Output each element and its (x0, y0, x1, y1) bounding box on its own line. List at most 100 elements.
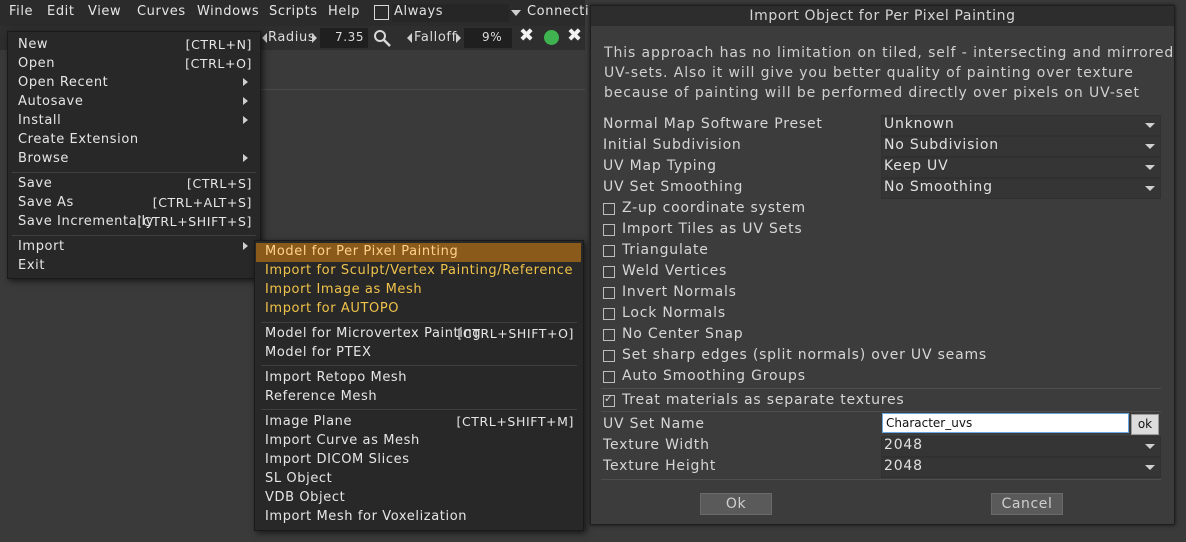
submenu-arrow-icon (243, 242, 248, 250)
checkbox-icon[interactable] (603, 203, 615, 215)
import-item-microvertex[interactable]: Model for Microvertex Painting [CTRL+SHI… (256, 325, 581, 344)
import-item-sl-object[interactable]: SL Object (256, 470, 581, 489)
file-menu-item-import[interactable]: Import (18, 239, 252, 258)
menu-windows[interactable]: Windows (197, 4, 259, 19)
menu-separator (261, 365, 577, 366)
chevron-down-icon (1145, 144, 1155, 149)
normal-map-preset-label: Normal Map Software Preset (603, 116, 823, 132)
menu-edit[interactable]: Edit (47, 4, 75, 19)
import-item-dicom-slices[interactable]: Import DICOM Slices (256, 451, 581, 470)
normal-map-preset-select[interactable]: Unknown (881, 115, 1161, 136)
initial-subdivision-select[interactable]: No Subdivision (881, 136, 1161, 157)
magnifier-icon[interactable] (372, 28, 392, 48)
chevron-down-icon[interactable] (511, 10, 521, 16)
file-menu-item-open[interactable]: Open [CTRL+O] (18, 56, 252, 75)
import-item-image-plane[interactable]: Image Plane [CTRL+SHIFT+M] (256, 413, 581, 432)
menu-item-label: Import Retopo Mesh (265, 370, 408, 385)
close-x-icon[interactable]: ✖ (567, 25, 583, 46)
checkbox-checked-icon[interactable] (603, 392, 615, 407)
menu-help[interactable]: Help (328, 4, 360, 19)
texture-width-select[interactable]: 2048 (881, 436, 1161, 457)
uv-set-ok-button[interactable]: ok (1131, 414, 1159, 435)
menu-item-label: Import Image as Mesh (265, 282, 423, 297)
always-dropdown[interactable]: Always (392, 4, 509, 22)
checkbox-icon[interactable] (603, 329, 615, 341)
checkbox-label: Treat materials as separate textures (622, 392, 905, 408)
ok-button[interactable]: Ok (700, 493, 772, 515)
checkbox-label: Import Tiles as UV Sets (622, 221, 803, 237)
always-checkbox[interactable] (374, 5, 389, 20)
import-item-reference-mesh[interactable]: Reference Mesh (256, 388, 581, 407)
green-status-icon[interactable] (544, 30, 559, 45)
menu-item-label: Autosave (18, 94, 84, 109)
select-value: Keep UV (884, 158, 949, 174)
file-menu-item-save-as[interactable]: Save As [CTRL+ALT+S] (18, 195, 252, 214)
menu-item-label: Browse (18, 151, 69, 166)
file-menu-item-exit[interactable]: Exit (18, 258, 252, 277)
menu-view[interactable]: View (88, 4, 121, 19)
import-item-mesh-voxelization[interactable]: Import Mesh for Voxelization (256, 508, 581, 527)
falloff-value: 9% (482, 30, 503, 44)
checkbox-icon[interactable] (603, 245, 615, 257)
import-item-retopo-mesh[interactable]: Import Retopo Mesh (256, 369, 581, 388)
import-item-vdb-object[interactable]: VDB Object (256, 489, 581, 508)
checkbox-icon[interactable] (603, 287, 615, 299)
file-menu-item-browse[interactable]: Browse (18, 151, 252, 170)
checkbox-icon[interactable] (603, 308, 615, 320)
import-item-sculpt-vertex[interactable]: Import for Sculpt/Vertex Painting/Refere… (256, 262, 581, 281)
menu-curves[interactable]: Curves (137, 4, 186, 19)
connect-label[interactable]: Connecti (527, 4, 589, 19)
checkbox-label: Triangulate (622, 242, 709, 258)
file-menu-item-create-extension[interactable]: Create Extension (18, 132, 252, 151)
file-menu-item-save-incrementally[interactable]: Save Incrementally [CTRL+SHIFT+S] (18, 214, 252, 233)
cancel-button[interactable]: Cancel (991, 493, 1063, 515)
uv-map-typing-select[interactable]: Keep UV (881, 157, 1161, 178)
uv-set-smoothing-select[interactable]: No Smoothing (881, 178, 1161, 199)
falloff-field[interactable]: 9% (464, 28, 512, 48)
menu-separator (261, 322, 577, 323)
checkbox-icon[interactable] (603, 371, 615, 383)
menu-item-shortcut: [CTRL+O] (185, 56, 252, 71)
file-menu-item-new[interactable]: New [CTRL+N] (18, 37, 252, 56)
submenu-arrow-icon (243, 78, 248, 86)
import-item-per-pixel-painting[interactable]: Model for Per Pixel Painting (256, 243, 581, 262)
checkbox-label: No Center Snap (622, 326, 744, 342)
menu-file[interactable]: File (9, 4, 33, 19)
dialog-separator (601, 479, 1161, 480)
file-menu-item-open-recent[interactable]: Open Recent (18, 75, 252, 94)
chevron-down-icon (1145, 444, 1155, 449)
import-item-ptex[interactable]: Model for PTEX (256, 344, 581, 363)
checkbox-icon[interactable] (603, 266, 615, 278)
menu-scripts[interactable]: Scripts (269, 4, 318, 19)
menu-item-label: Import Curve as Mesh (265, 433, 420, 448)
menu-item-label: Import for AUTOPO (265, 301, 400, 316)
file-menu-item-save[interactable]: Save [CTRL+S] (18, 176, 252, 195)
chevron-down-icon (1145, 165, 1155, 170)
submenu-arrow-icon (243, 154, 248, 162)
menubar: File Edit View Curves Windows Scripts He… (0, 0, 589, 26)
menu-item-label: VDB Object (265, 490, 346, 505)
close-x-icon[interactable]: ✖ (519, 25, 535, 46)
uv-set-name-input[interactable] (882, 413, 1129, 433)
radius-decrease-icon[interactable] (262, 33, 267, 43)
checkbox-label: Lock Normals (622, 305, 726, 321)
description-line: because of painting will be performed di… (604, 85, 1140, 101)
menu-item-label: Reference Mesh (265, 389, 378, 404)
menu-item-label: Open (18, 56, 56, 71)
dialog-titlebar[interactable]: Import Object for Per Pixel Painting (591, 6, 1174, 26)
checkbox-icon[interactable] (603, 224, 615, 236)
file-menu-item-install[interactable]: Install (18, 113, 252, 132)
radius-increase-icon[interactable] (312, 33, 317, 43)
falloff-decrease-icon[interactable] (407, 33, 412, 43)
uv-set-name-label: UV Set Name (603, 416, 705, 432)
menu-item-label: Save Incrementally (18, 214, 155, 229)
file-menu-item-autosave[interactable]: Autosave (18, 94, 252, 113)
texture-height-select[interactable]: 2048 (881, 457, 1161, 478)
import-item-curve-as-mesh[interactable]: Import Curve as Mesh (256, 432, 581, 451)
import-item-image-as-mesh[interactable]: Import Image as Mesh (256, 281, 581, 300)
falloff-increase-icon[interactable] (456, 33, 461, 43)
checkbox-icon[interactable] (603, 350, 615, 362)
radius-field[interactable]: 7.35 (320, 28, 368, 48)
import-item-autopo[interactable]: Import for AUTOPO (256, 300, 581, 319)
menu-item-label: Import DICOM Slices (265, 452, 410, 467)
